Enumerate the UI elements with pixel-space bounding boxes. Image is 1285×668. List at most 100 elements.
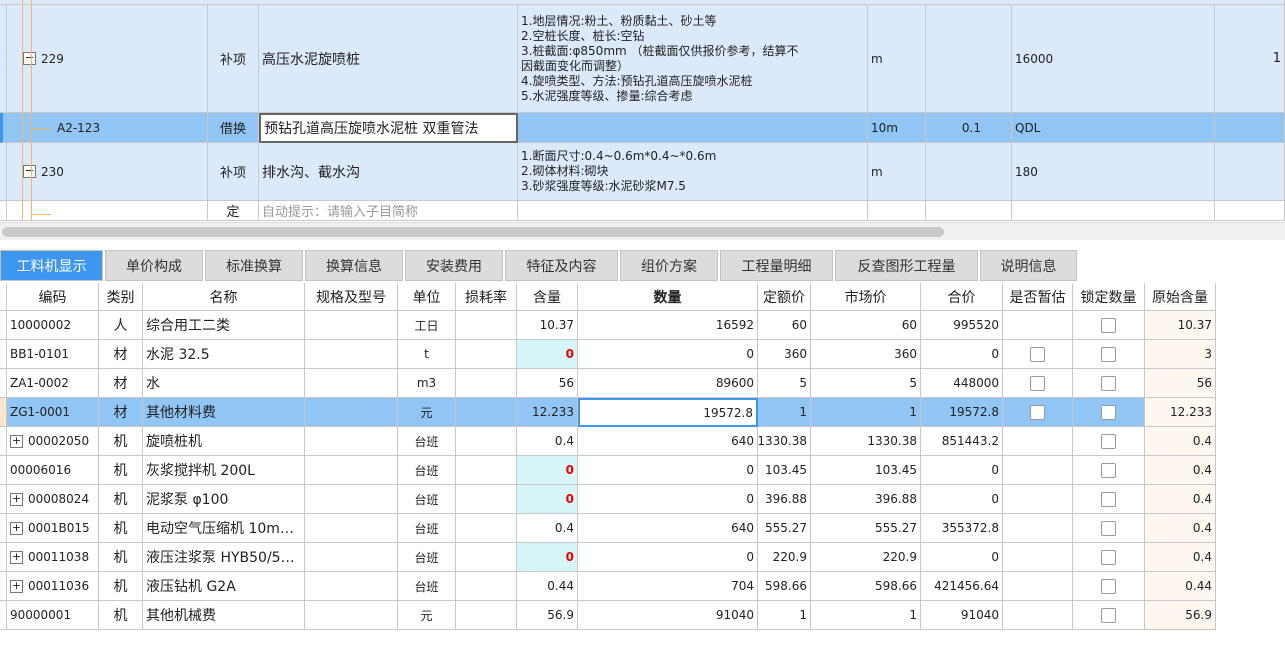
row-marker[interactable] — [0, 456, 7, 485]
row-marker[interactable] — [0, 143, 7, 201]
column-header[interactable]: 定额价 — [758, 283, 811, 311]
item-code[interactable] — [7, 201, 208, 221]
column-header[interactable]: 单位 — [398, 283, 456, 311]
resource-content[interactable]: 0 — [517, 340, 578, 369]
resource-code[interactable]: +00002050 — [7, 427, 99, 456]
resource-est[interactable] — [1003, 369, 1073, 398]
estimate-checkbox[interactable] — [1030, 375, 1045, 391]
column-header[interactable]: 原始含量 — [1145, 283, 1216, 311]
row-marker[interactable] — [0, 572, 7, 601]
expand-icon[interactable]: + — [10, 434, 23, 448]
lock-checkbox[interactable] — [1101, 607, 1116, 623]
resource-lock[interactable] — [1073, 601, 1145, 630]
resource-name[interactable]: 泥浆泵 φ100 — [143, 485, 305, 514]
row-marker[interactable] — [0, 369, 7, 398]
resource-est[interactable] — [1003, 485, 1073, 514]
resource-qty[interactable]: 91040 — [578, 601, 758, 630]
resource-name[interactable]: 液压钻机 G2A — [143, 572, 305, 601]
resource-est[interactable] — [1003, 543, 1073, 572]
resource-code[interactable]: BB1-0101 — [7, 340, 99, 369]
resource-content[interactable]: 12.233 — [517, 398, 578, 427]
row-marker[interactable] — [0, 514, 7, 543]
resource-est[interactable] — [1003, 340, 1073, 369]
item-name[interactable]: 高压水泥旋喷桩 — [259, 5, 518, 113]
resource-name[interactable]: 液压注浆泵 HYB50/5… — [143, 543, 305, 572]
column-header[interactable]: 是否暂估 — [1003, 283, 1073, 311]
resource-code[interactable]: ZA1-0002 — [7, 369, 99, 398]
column-header[interactable]: 名称 — [143, 283, 305, 311]
resource-est[interactable] — [1003, 311, 1073, 340]
resource-code[interactable]: +0001B015 — [7, 514, 99, 543]
resource-lock[interactable] — [1073, 572, 1145, 601]
resource-name[interactable]: 其他机械费 — [143, 601, 305, 630]
collapse-icon[interactable]: − — [23, 52, 36, 65]
item-code[interactable]: −229 — [7, 5, 208, 113]
tab-6[interactable]: 组价方案 — [620, 250, 718, 281]
tab-8[interactable]: 反查图形工程量 — [835, 250, 978, 281]
resource-code[interactable]: +00008024 — [7, 485, 99, 514]
resource-qty[interactable]: 89600 — [578, 369, 758, 398]
row-marker[interactable] — [0, 601, 7, 630]
lock-checkbox[interactable] — [1101, 462, 1116, 478]
resource-qty[interactable]: 640 — [578, 514, 758, 543]
resource-name[interactable]: 旋喷桩机 — [143, 427, 305, 456]
resource-qty[interactable]: 0 — [578, 340, 758, 369]
resource-content[interactable]: 0 — [517, 456, 578, 485]
resource-lock[interactable] — [1073, 456, 1145, 485]
resource-code[interactable]: +00011038 — [7, 543, 99, 572]
resource-qty[interactable]: 16592 — [578, 311, 758, 340]
resource-qty[interactable]: 0 — [578, 456, 758, 485]
resource-content[interactable]: 56 — [517, 369, 578, 398]
item-name[interactable]: 自动提示：请输入子目简称 — [259, 201, 518, 221]
resource-code[interactable]: 00006016 — [7, 456, 99, 485]
row-marker[interactable] — [0, 427, 7, 456]
resource-est[interactable] — [1003, 572, 1073, 601]
resource-lock[interactable] — [1073, 427, 1145, 456]
column-header[interactable]: 锁定数量 — [1073, 283, 1145, 311]
expand-icon[interactable]: + — [10, 521, 23, 535]
row-marker[interactable] — [0, 5, 7, 113]
tab-2[interactable]: 标准换算 — [205, 250, 303, 281]
resource-lock[interactable] — [1073, 485, 1145, 514]
item-name[interactable]: 预钻孔道高压旋喷水泥桩 双重管法 — [259, 113, 518, 143]
lock-checkbox[interactable] — [1101, 404, 1116, 420]
resource-name[interactable]: 灰浆搅拌机 200L — [143, 456, 305, 485]
lock-checkbox[interactable] — [1101, 491, 1116, 507]
resource-lock[interactable] — [1073, 543, 1145, 572]
resource-lock[interactable] — [1073, 398, 1145, 427]
resource-est[interactable] — [1003, 398, 1073, 427]
row-marker[interactable] — [0, 311, 7, 340]
tab-1[interactable]: 单价构成 — [105, 250, 203, 281]
column-header[interactable]: 类别 — [99, 283, 143, 311]
scrollbar-thumb[interactable] — [2, 227, 944, 237]
column-header[interactable]: 编码 — [7, 283, 99, 311]
row-marker[interactable] — [0, 201, 7, 221]
resource-est[interactable] — [1003, 601, 1073, 630]
tab-5[interactable]: 特征及内容 — [505, 250, 618, 281]
estimate-checkbox[interactable] — [1030, 404, 1045, 420]
resource-code[interactable]: 10000002 — [7, 311, 99, 340]
column-header[interactable]: 损耗率 — [456, 283, 517, 311]
expand-icon[interactable]: + — [10, 579, 23, 593]
expand-icon[interactable]: + — [10, 492, 23, 506]
lock-checkbox[interactable] — [1101, 433, 1116, 449]
resource-content[interactable]: 0.4 — [517, 514, 578, 543]
resource-content[interactable]: 0 — [517, 543, 578, 572]
resource-name[interactable]: 其他材料费 — [143, 398, 305, 427]
resource-lock[interactable] — [1073, 369, 1145, 398]
resource-qty[interactable]: 0 — [578, 485, 758, 514]
resource-code[interactable]: 90000001 — [7, 601, 99, 630]
lock-checkbox[interactable] — [1101, 578, 1116, 594]
resource-lock[interactable] — [1073, 311, 1145, 340]
resource-est[interactable] — [1003, 427, 1073, 456]
resource-name[interactable]: 水泥 32.5 — [143, 340, 305, 369]
tab-3[interactable]: 换算信息 — [305, 250, 403, 281]
resource-est[interactable] — [1003, 514, 1073, 543]
resource-est[interactable] — [1003, 456, 1073, 485]
lock-checkbox[interactable] — [1101, 346, 1116, 362]
estimate-checkbox[interactable] — [1030, 346, 1045, 362]
row-marker[interactable] — [0, 485, 7, 514]
column-header[interactable]: 合价 — [921, 283, 1003, 311]
resource-content[interactable]: 0.44 — [517, 572, 578, 601]
expand-icon[interactable]: + — [10, 550, 23, 564]
